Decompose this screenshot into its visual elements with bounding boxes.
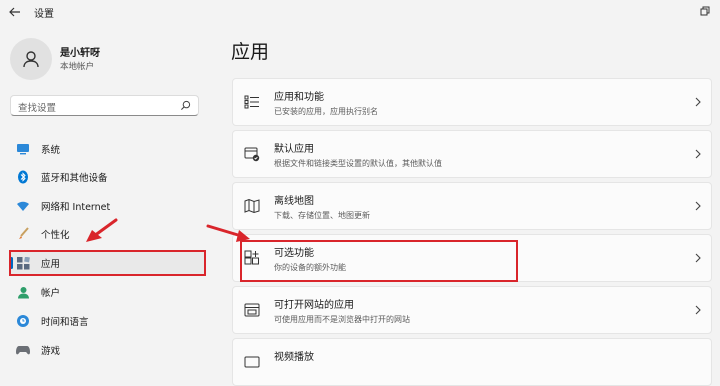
card-title: 离线地图 — [274, 196, 314, 207]
user-name: 是小轩呀 — [60, 48, 100, 59]
sidebar-item-label: 游戏 — [41, 346, 61, 357]
title-bar: 设置 — [0, 0, 720, 24]
restore-icon — [700, 6, 710, 16]
back-arrow-icon[interactable] — [8, 5, 22, 19]
default-apps-icon — [244, 147, 260, 162]
card-subtitle: 已安装的应用，应用执行别名 — [274, 107, 378, 116]
wifi-icon — [16, 199, 30, 213]
account-type: 本地帐户 — [60, 62, 95, 72]
window-controls — [690, 0, 720, 24]
sidebar-item-time-language[interactable]: 时间和语言 — [10, 308, 206, 334]
page-title: 应用 — [231, 41, 270, 63]
card-default-apps[interactable]: 默认应用 根据文件和链接类型设置的默认值，其他默认值 — [232, 130, 712, 178]
card-offline-maps[interactable]: 离线地图 下载、存储位置、地图更新 — [232, 182, 712, 230]
monitor-icon — [16, 142, 30, 156]
card-subtitle: 可使用应用而不是浏览器中打开的网站 — [274, 315, 410, 324]
sidebar-item-label: 帐户 — [41, 288, 61, 299]
apps-list-icon — [244, 95, 259, 109]
chevron-right-icon — [695, 253, 701, 263]
card-title: 应用和功能 — [274, 92, 324, 103]
sidebar-item-label: 个性化 — [41, 230, 70, 241]
card-title: 可打开网站的应用 — [274, 300, 354, 311]
card-apps-for-websites[interactable]: 可打开网站的应用 可使用应用而不是浏览器中打开的网站 — [232, 286, 712, 334]
sidebar-item-label: 时间和语言 — [41, 317, 89, 328]
person-icon — [16, 285, 30, 299]
search-icon — [180, 100, 191, 111]
annotation-highlight-box — [240, 240, 518, 282]
sidebar-item-bluetooth[interactable]: 蓝牙和其他设备 — [10, 164, 206, 190]
sidebar-item-accounts[interactable]: 帐户 — [10, 279, 206, 305]
video-icon — [244, 356, 260, 368]
card-apps-features[interactable]: 应用和功能 已安装的应用，应用执行别名 — [232, 78, 712, 126]
window-title: 设置 — [34, 9, 54, 20]
restore-button[interactable] — [690, 0, 720, 22]
annotation-highlight-box — [9, 250, 206, 276]
bluetooth-icon — [16, 170, 30, 184]
card-title: 默认应用 — [274, 144, 314, 155]
sidebar-item-label: 蓝牙和其他设备 — [41, 173, 108, 184]
web-apps-icon — [244, 303, 260, 317]
sidebar-item-gaming[interactable]: 游戏 — [10, 337, 206, 363]
brush-icon — [16, 227, 30, 241]
map-icon — [244, 198, 260, 214]
gamepad-icon — [16, 343, 30, 357]
card-subtitle: 根据文件和链接类型设置的默认值，其他默认值 — [274, 159, 442, 168]
search-input[interactable]: 查找设置 — [10, 95, 199, 116]
chevron-right-icon — [695, 305, 701, 315]
card-subtitle: 下载、存储位置、地图更新 — [274, 211, 370, 220]
sidebar-item-label: 网络和 Internet — [41, 202, 111, 213]
sidebar-item-system[interactable]: 系统 — [10, 136, 206, 162]
chevron-right-icon — [695, 201, 701, 211]
sidebar-item-label: 系统 — [41, 145, 61, 156]
annotation-arrow-icon — [206, 224, 250, 242]
chevron-right-icon — [695, 97, 701, 107]
person-icon — [23, 51, 39, 68]
card-video-playback[interactable]: 视频播放 — [232, 338, 712, 386]
annotation-arrow-icon — [86, 218, 118, 242]
chevron-right-icon — [695, 149, 701, 159]
avatar[interactable] — [10, 38, 52, 80]
sidebar: 是小轩呀 本地帐户 查找设置 系统 蓝牙和其他设备 网络和 Internet 个… — [0, 24, 218, 358]
card-title: 视频播放 — [274, 352, 314, 363]
globe-clock-icon — [16, 314, 30, 328]
search-placeholder: 查找设置 — [18, 103, 57, 114]
